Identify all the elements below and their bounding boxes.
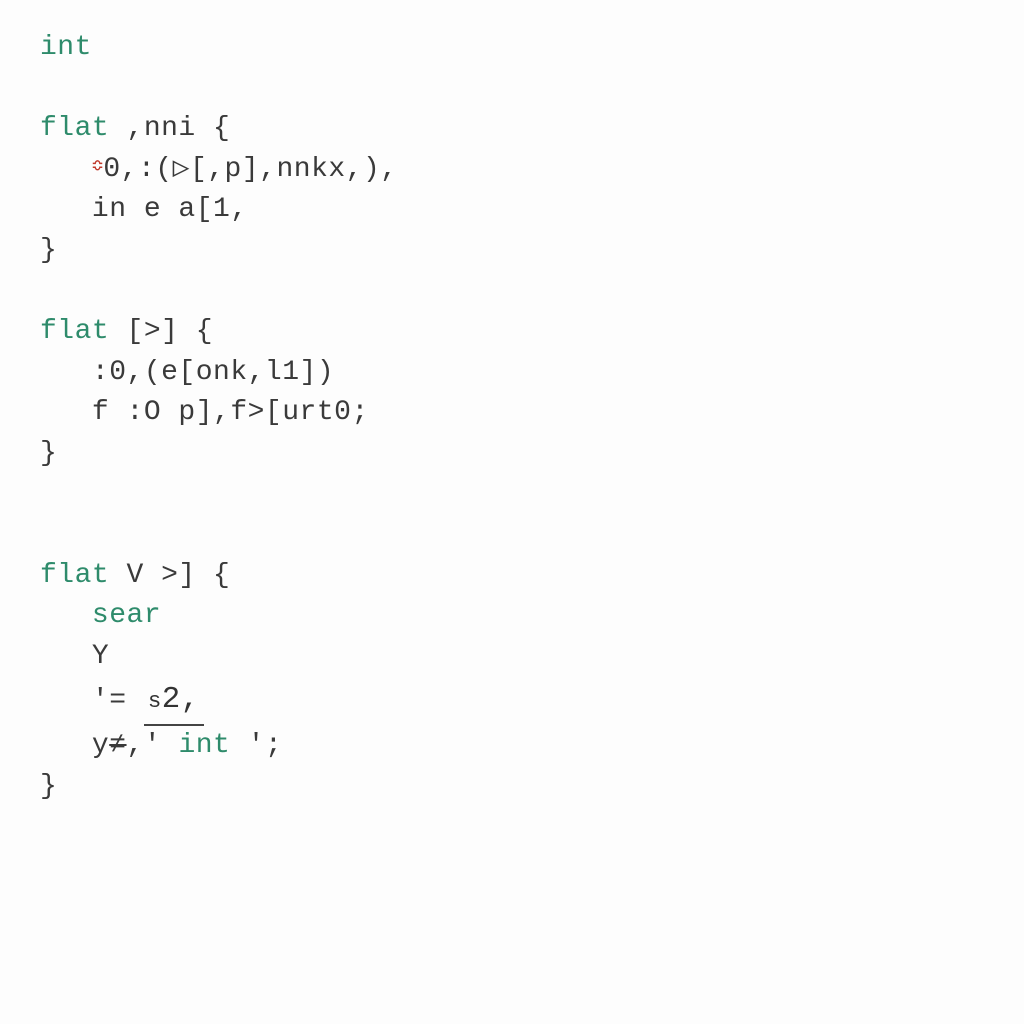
keyword-flat-2: flat bbox=[40, 316, 109, 347]
line-8-rest: [>] { bbox=[109, 316, 213, 347]
line-14-rest: V >] { bbox=[109, 560, 230, 591]
red-glyph: ≎ bbox=[92, 157, 103, 177]
line-18c: '; bbox=[248, 730, 283, 761]
line-9: :0,(e[onk,l1]) bbox=[40, 357, 334, 388]
line-17a: '= bbox=[40, 685, 144, 716]
s-small: s bbox=[148, 688, 162, 714]
line-18a: y bbox=[40, 730, 109, 761]
underlined-fragment: s2, bbox=[144, 678, 204, 727]
line-18b: ,' bbox=[127, 730, 162, 761]
line-11: } bbox=[40, 438, 57, 469]
line-16: Y bbox=[40, 641, 109, 672]
line-3-rest: ,nni { bbox=[109, 113, 230, 144]
line-4-indent bbox=[40, 154, 92, 185]
strike-glyph: ≠ bbox=[109, 730, 126, 761]
keyword-int-2: int bbox=[161, 730, 248, 761]
code-block: int flat ,nni { ≎0,:(▷[,p],nnkx,), in e … bbox=[0, 0, 1024, 835]
line-10: f :O p],f>[urt0; bbox=[40, 397, 369, 428]
line-4a: 0,:( bbox=[103, 154, 172, 185]
triangle-icon: ▷ bbox=[173, 154, 190, 185]
keyword-sear: sear bbox=[40, 600, 161, 631]
keyword-flat-3: flat bbox=[40, 560, 109, 591]
line-5: in e a[1, bbox=[40, 194, 248, 225]
line-4b: [,p],nnkx,), bbox=[190, 154, 398, 185]
two-big: 2, bbox=[162, 682, 200, 717]
keyword-flat-1: flat bbox=[40, 113, 109, 144]
line-19: } bbox=[40, 771, 57, 802]
keyword-int: int bbox=[40, 32, 92, 63]
line-6: } bbox=[40, 235, 57, 266]
